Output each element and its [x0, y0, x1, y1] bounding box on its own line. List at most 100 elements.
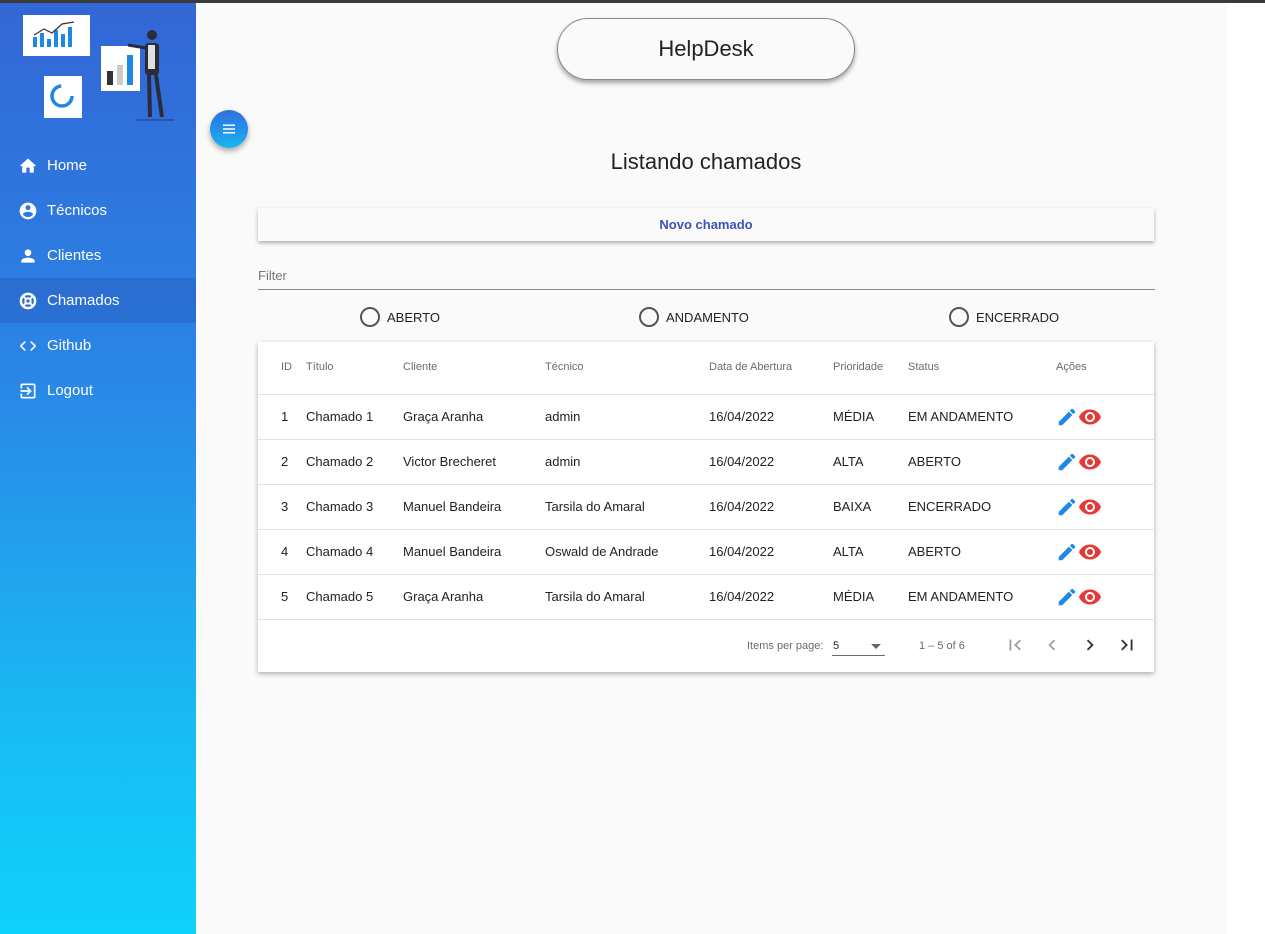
cell-cliente: Graça Aranha [403, 589, 484, 604]
dashboard-illustration [23, 15, 174, 121]
edit-icon[interactable] [1056, 586, 1078, 608]
cell-prioridade: MÉDIA [833, 589, 875, 604]
cell-titulo: Chamado 3 [306, 499, 374, 514]
brand-title: HelpDesk [557, 18, 855, 80]
view-icon[interactable] [1078, 540, 1102, 564]
page-margin [1227, 3, 1265, 934]
page-size-select[interactable]: 5 [832, 634, 885, 656]
table-row: 2 Chamado 2 Victor Brecheret admin 16/04… [258, 439, 1154, 484]
radio-aberto[interactable]: ABERTO [360, 307, 440, 327]
header-data-abertura[interactable]: Data de Abertura [709, 361, 792, 373]
row-actions [1056, 450, 1102, 474]
sidebar: Home Técnicos Clientes Chamados Github L… [0, 3, 196, 934]
cell-prioridade: ALTA [833, 544, 864, 559]
sidebar-nav: Home Técnicos Clientes Chamados Github L… [0, 143, 196, 413]
sidebar-item-label: Home [47, 157, 88, 174]
cell-id: 3 [281, 499, 289, 514]
last-page-button[interactable] [1114, 632, 1140, 658]
menu-icon [220, 120, 238, 138]
cell-data: 16/04/2022 [709, 409, 775, 424]
header-acoes: Ações [1056, 361, 1087, 373]
header-tecnico[interactable]: Técnico [545, 361, 584, 373]
page-title: Listando chamados [610, 149, 802, 174]
header-cliente[interactable]: Cliente [403, 361, 437, 373]
cell-titulo: Chamado 1 [306, 409, 374, 424]
page-range-label: 1 – 5 of 6 [919, 640, 965, 652]
edit-icon[interactable] [1056, 406, 1078, 428]
view-icon[interactable] [1078, 450, 1102, 474]
logout-icon [18, 381, 38, 401]
radio-andamento[interactable]: ANDAMENTO [639, 307, 749, 327]
cell-tecnico: Tarsila do Amaral [545, 499, 645, 514]
row-actions [1056, 540, 1102, 564]
sidebar-item-logout[interactable]: Logout [0, 368, 196, 413]
chevron-right-icon [1086, 639, 1094, 651]
table-row: 5 Chamado 5 Graça Aranha Tarsila do Amar… [258, 574, 1154, 619]
cell-id: 1 [281, 409, 289, 424]
table-row: 4 Chamado 4 Manuel Bandeira Oswald de An… [258, 529, 1154, 574]
next-page-button[interactable] [1077, 632, 1103, 658]
paginator: Items per page: 5 1 – 5 of 6 [258, 619, 1154, 672]
new-ticket-button[interactable]: Novo chamado [258, 208, 1154, 241]
table-row: 3 Chamado 3 Manuel Bandeira Tarsila do A… [258, 484, 1154, 529]
cell-prioridade: MÉDIA [833, 409, 875, 424]
view-icon[interactable] [1078, 495, 1102, 519]
header-titulo[interactable]: Título [306, 361, 334, 373]
sidebar-item-label: Clientes [47, 247, 102, 264]
edit-icon[interactable] [1056, 496, 1078, 518]
filter-input[interactable] [258, 261, 1155, 289]
cell-status: ENCERRADO [908, 499, 992, 514]
radio-circle [949, 307, 969, 327]
cell-prioridade: BAIXA [833, 499, 872, 514]
sidebar-item-clientes[interactable]: Clientes [0, 233, 196, 278]
sidebar-item-tecnicos[interactable]: Técnicos [0, 188, 196, 233]
cell-tecnico: Tarsila do Amaral [545, 589, 645, 604]
sidebar-item-home[interactable]: Home [0, 143, 196, 188]
radio-encerrado[interactable]: ENCERRADO [949, 307, 1059, 327]
chevron-left-icon [1048, 639, 1056, 651]
radio-label: ENCERRADO [976, 309, 1060, 325]
edit-icon[interactable] [1056, 541, 1078, 563]
cell-cliente: Victor Brecheret [403, 454, 496, 469]
radio-label: ABERTO [387, 309, 440, 325]
sidebar-item-github[interactable]: Github [0, 323, 196, 368]
sidebar-item-chamados[interactable]: Chamados [0, 278, 196, 323]
last-page-icon [1121, 639, 1133, 651]
cell-titulo: Chamado 5 [306, 589, 374, 604]
menu-toggle-button[interactable] [210, 110, 248, 148]
support-icon [18, 291, 38, 311]
sidebar-item-label: Técnicos [47, 202, 108, 219]
filter-field [258, 261, 1155, 290]
header-prioridade[interactable]: Prioridade [833, 361, 883, 373]
edit-icon[interactable] [1056, 451, 1078, 473]
tickets-table: ID Título Cliente Técnico Data de Abertu… [258, 342, 1154, 672]
first-page-button[interactable] [1002, 632, 1028, 658]
cell-id: 4 [281, 544, 289, 559]
cell-data: 16/04/2022 [709, 544, 775, 559]
cell-cliente: Manuel Bandeira [403, 499, 502, 514]
main-content: HelpDesk Listando chamados Novo chamado … [196, 3, 1227, 934]
cell-cliente: Manuel Bandeira [403, 544, 502, 559]
items-per-page-label: Items per page: [747, 640, 824, 652]
view-icon[interactable] [1078, 585, 1102, 609]
header-id[interactable]: ID [281, 361, 292, 373]
code-icon [18, 336, 38, 356]
previous-page-button[interactable] [1039, 632, 1065, 658]
radio-circle [360, 307, 380, 327]
cell-status: ABERTO [908, 454, 961, 469]
cell-status: EM ANDAMENTO [908, 589, 1014, 604]
radio-label: ANDAMENTO [666, 309, 749, 325]
row-actions [1056, 405, 1102, 429]
header-status[interactable]: Status [908, 361, 939, 373]
cell-titulo: Chamado 2 [306, 454, 374, 469]
row-actions [1056, 585, 1102, 609]
cell-tecnico: Oswald de Andrade [545, 544, 659, 559]
view-icon[interactable] [1078, 405, 1102, 429]
cell-data: 16/04/2022 [709, 589, 775, 604]
sidebar-item-label: Logout [47, 382, 93, 399]
cell-tecnico: admin [545, 454, 581, 469]
account-circle-icon [18, 201, 38, 221]
cell-tecnico: admin [545, 409, 581, 424]
cell-data: 16/04/2022 [709, 499, 775, 514]
home-icon [18, 156, 38, 176]
